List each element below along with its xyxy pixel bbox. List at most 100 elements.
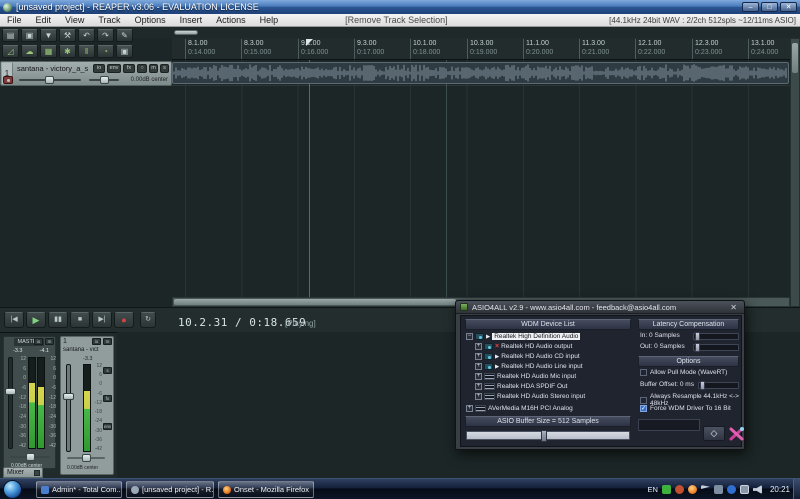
- force-wdm-checkbox[interactable]: ✓: [640, 405, 647, 412]
- menu-help[interactable]: Help: [253, 15, 286, 25]
- strip-mute-button[interactable]: m: [103, 338, 112, 345]
- vscroll-thumb[interactable]: [792, 43, 798, 73]
- buffer-size-slider[interactable]: [466, 430, 630, 442]
- master-io-button[interactable]: io: [34, 338, 43, 345]
- tray-app-icon[interactable]: [674, 485, 684, 494]
- dialog-close-icon[interactable]: ✕: [727, 303, 740, 312]
- taskbar-item-reaper[interactable]: [unsaved project] - R...: [126, 481, 214, 498]
- latency-out-slider[interactable]: [693, 343, 739, 352]
- strip-fader[interactable]: [63, 364, 74, 452]
- tray-bluetooth-icon[interactable]: [726, 485, 736, 494]
- master-pan-slider[interactable]: [10, 453, 50, 461]
- master-pan-handle[interactable]: [26, 453, 35, 461]
- track-recarm-button[interactable]: ○: [137, 64, 147, 73]
- allow-pull-mode-row[interactable]: Allow Pull Mode (WaveRT): [640, 369, 727, 376]
- metronome-icon[interactable]: ◔: [97, 45, 114, 58]
- new-project-icon[interactable]: ▤: [2, 29, 19, 42]
- device-row[interactable]: − ▶ Realtek High Definition Audio: [466, 332, 581, 341]
- master-fader-handle[interactable]: [5, 388, 16, 395]
- master-mono-button[interactable]: m: [45, 338, 54, 345]
- hscroll-thumb[interactable]: [174, 299, 456, 305]
- arrange-view[interactable]: [0, 60, 790, 297]
- track-solo-button[interactable]: s: [160, 64, 169, 73]
- strip-io-button[interactable]: io: [92, 338, 101, 345]
- tray-display-icon[interactable]: [739, 485, 749, 494]
- pause-icon[interactable]: ‖: [78, 45, 95, 58]
- track-mute-button[interactable]: m: [149, 64, 158, 73]
- device-row[interactable]: + Realtek HDA SPDIF Out: [475, 382, 567, 391]
- dialog-titlebar[interactable]: ASIO4ALL v2.9 - www.asio4all.com - feedb…: [456, 301, 744, 314]
- force-wdm-row[interactable]: ✓ Force WDM Driver To 16 Bit: [640, 405, 731, 412]
- asio4all-dialog[interactable]: ASIO4ALL v2.9 - www.asio4all.com - feedb…: [455, 300, 745, 450]
- tray-network-icon[interactable]: [713, 485, 723, 494]
- expand-icon[interactable]: +: [466, 405, 473, 412]
- tray-firefox-icon[interactable]: [687, 485, 697, 494]
- start-button[interactable]: [3, 480, 22, 499]
- repeat-button[interactable]: ↻: [140, 312, 156, 328]
- strip-env-button[interactable]: env: [103, 423, 112, 430]
- grid-icon[interactable]: ▦: [40, 45, 57, 58]
- track-io-button[interactable]: io: [93, 64, 105, 73]
- undo-icon[interactable]: ↶: [78, 29, 95, 42]
- media-item-waveform[interactable]: [172, 62, 789, 84]
- window-titlebar[interactable]: [unsaved project] - REAPER v3.06 - EVALU…: [0, 0, 800, 14]
- tray-flag-icon[interactable]: [700, 485, 710, 494]
- asio4all-diamond-logo[interactable]: ◇: [703, 426, 725, 441]
- stop-button[interactable]: ■: [70, 312, 90, 328]
- menu-insert[interactable]: Insert: [173, 15, 210, 25]
- menu-file[interactable]: File: [0, 15, 29, 25]
- close-button[interactable]: ✕: [780, 2, 797, 12]
- open-project-icon[interactable]: ▣: [21, 29, 38, 42]
- strip-fader-handle[interactable]: [63, 393, 74, 400]
- latency-out-knob[interactable]: [695, 343, 700, 352]
- go-to-start-button[interactable]: |◀: [4, 312, 24, 328]
- strip-fx-button[interactable]: fx: [103, 395, 112, 402]
- minimize-button[interactable]: –: [742, 2, 759, 12]
- power-icon[interactable]: [484, 353, 493, 360]
- buffer-offset-knob[interactable]: [700, 381, 705, 390]
- media-icon[interactable]: ☁: [21, 45, 38, 58]
- advanced-wrench-icon[interactable]: [729, 426, 745, 442]
- track-pan-slider[interactable]: [89, 76, 119, 84]
- power-icon[interactable]: [475, 333, 484, 340]
- collapse-icon[interactable]: −: [466, 333, 473, 340]
- hzoom-slider[interactable]: [174, 30, 198, 35]
- allow-pull-checkbox[interactable]: [640, 369, 647, 376]
- maximize-button[interactable]: □: [761, 2, 778, 12]
- resample-checkbox[interactable]: [640, 396, 647, 404]
- edit-cursor-marker[interactable]: [306, 39, 313, 46]
- master-fader[interactable]: [5, 357, 16, 449]
- pan-handle[interactable]: [100, 76, 109, 84]
- envelope-icon[interactable]: ◿: [2, 45, 19, 58]
- expand-icon[interactable]: +: [475, 383, 482, 390]
- mixer-tab[interactable]: Mixer: [3, 467, 43, 478]
- volume-handle[interactable]: [45, 76, 54, 84]
- go-to-end-button[interactable]: ▶|: [92, 312, 112, 328]
- expand-icon[interactable]: +: [475, 363, 482, 370]
- timeline-ruler[interactable]: 8.1.00 0:14.000 8.3.00 0:15.000 9.1.00 0:16…: [172, 38, 790, 60]
- track-panel[interactable]: 1 santana - victory_a_s io env fx ○ m s …: [0, 61, 172, 86]
- menu-options[interactable]: Options: [128, 15, 173, 25]
- redo-icon[interactable]: ↷: [97, 29, 114, 42]
- pencil-icon[interactable]: ✎: [116, 29, 133, 42]
- track-fx-button[interactable]: fx: [123, 64, 135, 73]
- taskbar-item-firefox[interactable]: Onset - Mozilla Firefox: [218, 481, 314, 498]
- device-row[interactable]: + AVerMedia M16H PCI Analog: [466, 404, 573, 413]
- device-row[interactable]: + ▶ Realtek HD Audio CD input: [475, 352, 580, 361]
- pause-button[interactable]: ▮▮: [48, 312, 68, 328]
- device-row[interactable]: + × Realtek HD Audio output: [475, 342, 572, 351]
- save-project-icon[interactable]: ▼: [40, 29, 57, 42]
- menu-edit[interactable]: Edit: [29, 15, 59, 25]
- play-button[interactable]: ▶: [26, 312, 46, 328]
- strip-pan-slider[interactable]: [67, 454, 105, 462]
- expand-icon[interactable]: +: [475, 373, 482, 380]
- master-strip[interactable]: MASTER io m -3.3 -4.1 12 6 0 -6 -12 -18 -24…: [3, 336, 56, 469]
- tray-volume-icon[interactable]: [752, 485, 762, 494]
- record-button[interactable]: ●: [114, 312, 134, 328]
- strip-pan-handle[interactable]: [82, 454, 91, 462]
- fx-icon[interactable]: ✱: [59, 45, 76, 58]
- taskbar-item-total-commander[interactable]: Admin* - Total Com...: [36, 481, 122, 498]
- expand-icon[interactable]: +: [475, 353, 482, 360]
- mixer-track-strip[interactable]: 1 io m santana - vict -3.3 12 6 0 -6 -12 -1…: [60, 336, 114, 475]
- show-desktop-button[interactable]: [793, 479, 800, 499]
